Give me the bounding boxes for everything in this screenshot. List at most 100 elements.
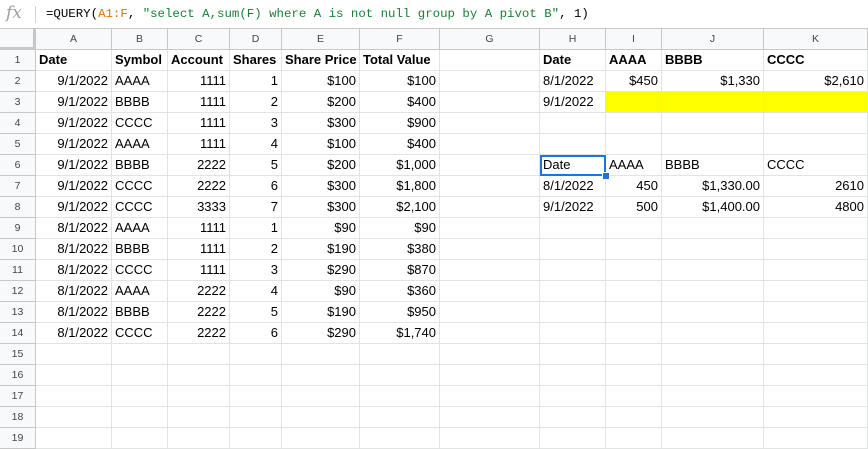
- cell-f6[interactable]: $1,000: [360, 155, 440, 176]
- cell-h4[interactable]: [540, 113, 606, 134]
- cell-j8[interactable]: $1,400.00: [662, 197, 764, 218]
- cell-e11[interactable]: $290: [282, 260, 360, 281]
- cell-h10[interactable]: [540, 239, 606, 260]
- cell-h8[interactable]: 9/1/2022: [540, 197, 606, 218]
- row-header-10[interactable]: 10: [0, 239, 36, 260]
- cell-a4[interactable]: 9/1/2022: [36, 113, 112, 134]
- formula-input[interactable]: =QUERY(A1:F, "select A,sum(F) where A is…: [46, 7, 589, 21]
- cell-h3[interactable]: 9/1/2022: [540, 92, 606, 113]
- cell-d8[interactable]: 7: [230, 197, 282, 218]
- cell-c16[interactable]: [168, 365, 230, 386]
- cell-g13[interactable]: [440, 302, 540, 323]
- cell-e15[interactable]: [282, 344, 360, 365]
- cell-b11[interactable]: CCCC: [112, 260, 168, 281]
- cell-f2[interactable]: $100: [360, 71, 440, 92]
- cell-e9[interactable]: $90: [282, 218, 360, 239]
- cell-j11[interactable]: [662, 260, 764, 281]
- cell-a8[interactable]: 9/1/2022: [36, 197, 112, 218]
- cell-k11[interactable]: [764, 260, 868, 281]
- row-header-12[interactable]: 12: [0, 281, 36, 302]
- cell-e17[interactable]: [282, 386, 360, 407]
- cell-b10[interactable]: BBBB: [112, 239, 168, 260]
- cell-i6[interactable]: AAAA: [606, 155, 662, 176]
- cell-d12[interactable]: 4: [230, 281, 282, 302]
- column-header-b[interactable]: B: [112, 29, 168, 50]
- fill-handle[interactable]: [602, 172, 610, 180]
- cell-k6[interactable]: CCCC: [764, 155, 868, 176]
- cell-f19[interactable]: [360, 428, 440, 449]
- cell-b7[interactable]: CCCC: [112, 176, 168, 197]
- cell-g11[interactable]: [440, 260, 540, 281]
- cell-c11[interactable]: 1111: [168, 260, 230, 281]
- cell-k7[interactable]: 2610: [764, 176, 868, 197]
- cell-c13[interactable]: 2222: [168, 302, 230, 323]
- cell-g5[interactable]: [440, 134, 540, 155]
- cell-f1[interactable]: Total Value: [360, 50, 440, 71]
- cell-d9[interactable]: 1: [230, 218, 282, 239]
- cell-h19[interactable]: [540, 428, 606, 449]
- cell-g6[interactable]: [440, 155, 540, 176]
- formula-bar[interactable]: fx =QUERY(A1:F, "select A,sum(F) where A…: [0, 0, 868, 29]
- cell-b18[interactable]: [112, 407, 168, 428]
- cell-i1[interactable]: AAAA: [606, 50, 662, 71]
- cell-g10[interactable]: [440, 239, 540, 260]
- cell-j1[interactable]: BBBB: [662, 50, 764, 71]
- row-header-14[interactable]: 14: [0, 323, 36, 344]
- cell-k16[interactable]: [764, 365, 868, 386]
- cell-k4[interactable]: [764, 113, 868, 134]
- select-all-corner[interactable]: [0, 29, 36, 50]
- cell-j15[interactable]: [662, 344, 764, 365]
- cell-i2[interactable]: $450: [606, 71, 662, 92]
- cell-e19[interactable]: [282, 428, 360, 449]
- cell-j19[interactable]: [662, 428, 764, 449]
- cell-i16[interactable]: [606, 365, 662, 386]
- cell-g17[interactable]: [440, 386, 540, 407]
- cell-g12[interactable]: [440, 281, 540, 302]
- column-header-a[interactable]: A: [36, 29, 112, 50]
- cell-g16[interactable]: [440, 365, 540, 386]
- cell-a17[interactable]: [36, 386, 112, 407]
- highlighted-cell-k3[interactable]: [764, 92, 868, 113]
- cell-h16[interactable]: [540, 365, 606, 386]
- cell-d1[interactable]: Shares: [230, 50, 282, 71]
- cell-b14[interactable]: CCCC: [112, 323, 168, 344]
- cell-g7[interactable]: [440, 176, 540, 197]
- cell-j9[interactable]: [662, 218, 764, 239]
- row-header-19[interactable]: 19: [0, 428, 36, 449]
- cell-b13[interactable]: BBBB: [112, 302, 168, 323]
- cell-i18[interactable]: [606, 407, 662, 428]
- cell-k5[interactable]: [764, 134, 868, 155]
- cell-c7[interactable]: 2222: [168, 176, 230, 197]
- cell-i12[interactable]: [606, 281, 662, 302]
- cell-c8[interactable]: 3333: [168, 197, 230, 218]
- row-header-17[interactable]: 17: [0, 386, 36, 407]
- cell-j10[interactable]: [662, 239, 764, 260]
- cell-c3[interactable]: 1111: [168, 92, 230, 113]
- row-header-4[interactable]: 4: [0, 113, 36, 134]
- cell-i19[interactable]: [606, 428, 662, 449]
- cell-b6[interactable]: BBBB: [112, 155, 168, 176]
- cell-f7[interactable]: $1,800: [360, 176, 440, 197]
- column-header-h[interactable]: H: [540, 29, 606, 50]
- cell-g8[interactable]: [440, 197, 540, 218]
- cell-a11[interactable]: 8/1/2022: [36, 260, 112, 281]
- cell-i15[interactable]: [606, 344, 662, 365]
- cell-b1[interactable]: Symbol: [112, 50, 168, 71]
- cell-f8[interactable]: $2,100: [360, 197, 440, 218]
- cell-a10[interactable]: 8/1/2022: [36, 239, 112, 260]
- cell-i7[interactable]: 450: [606, 176, 662, 197]
- cell-k17[interactable]: [764, 386, 868, 407]
- cell-i13[interactable]: [606, 302, 662, 323]
- cell-k18[interactable]: [764, 407, 868, 428]
- cell-c1[interactable]: Account: [168, 50, 230, 71]
- cell-j18[interactable]: [662, 407, 764, 428]
- row-header-3[interactable]: 3: [0, 92, 36, 113]
- row-header-15[interactable]: 15: [0, 344, 36, 365]
- cell-f13[interactable]: $950: [360, 302, 440, 323]
- cell-d16[interactable]: [230, 365, 282, 386]
- cell-c4[interactable]: 1111: [168, 113, 230, 134]
- cell-a15[interactable]: [36, 344, 112, 365]
- cell-i11[interactable]: [606, 260, 662, 281]
- row-header-18[interactable]: 18: [0, 407, 36, 428]
- cell-a14[interactable]: 8/1/2022: [36, 323, 112, 344]
